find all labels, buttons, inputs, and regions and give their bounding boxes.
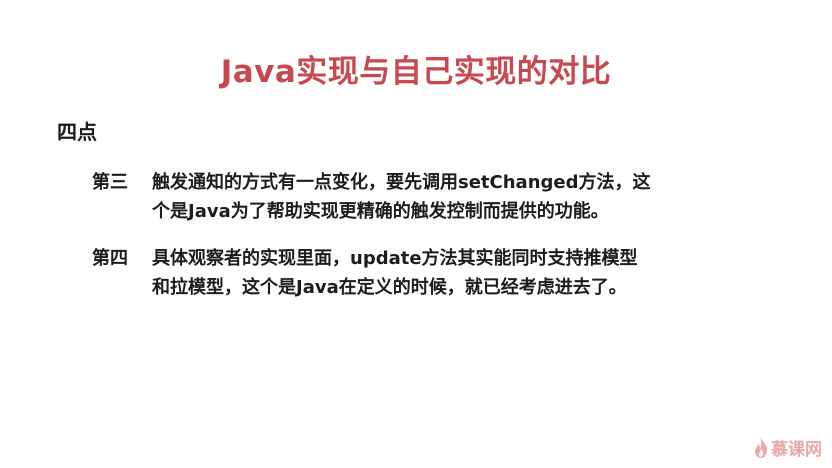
point-text: 触发通知的方式有一点变化，要先调用setChanged方法，这 (152, 172, 651, 193)
point-line: 第四 具体观察者的实现里面，update方法其实能同时支持推模型 (92, 244, 792, 273)
section-heading: 四点 (57, 120, 97, 144)
point-line: 第三 触发通知的方式有一点变化，要先调用setChanged方法，这 (92, 168, 792, 197)
point-text-continued: 和拉模型，这个是Java在定义的时候，就已经考虑进去了。 (152, 277, 627, 298)
logo-text: 慕课网 (771, 440, 822, 460)
slide-title: Java实现与自己实现的对比 (220, 54, 612, 90)
point-text-continued: 个是Java为了帮助实现更精确的触发控制而提供的功能。 (152, 201, 609, 222)
point-text: 具体观察者的实现里面，update方法其实能同时支持推模型 (152, 248, 638, 269)
point-label: 第三 (92, 172, 128, 193)
point-label: 第四 (92, 248, 128, 269)
flame-icon (754, 437, 768, 458)
slide: Java实现与自己实现的对比 四点 第三 触发通知的方式有一点变化，要先调用set… (0, 0, 832, 468)
point-item: 第四 具体观察者的实现里面，update方法其实能同时支持推模型 和拉模型，这个是… (92, 244, 792, 302)
watermark-logo: 慕课网 (754, 435, 822, 460)
point-item: 第三 触发通知的方式有一点变化，要先调用setChanged方法，这 个是Java… (92, 168, 792, 226)
